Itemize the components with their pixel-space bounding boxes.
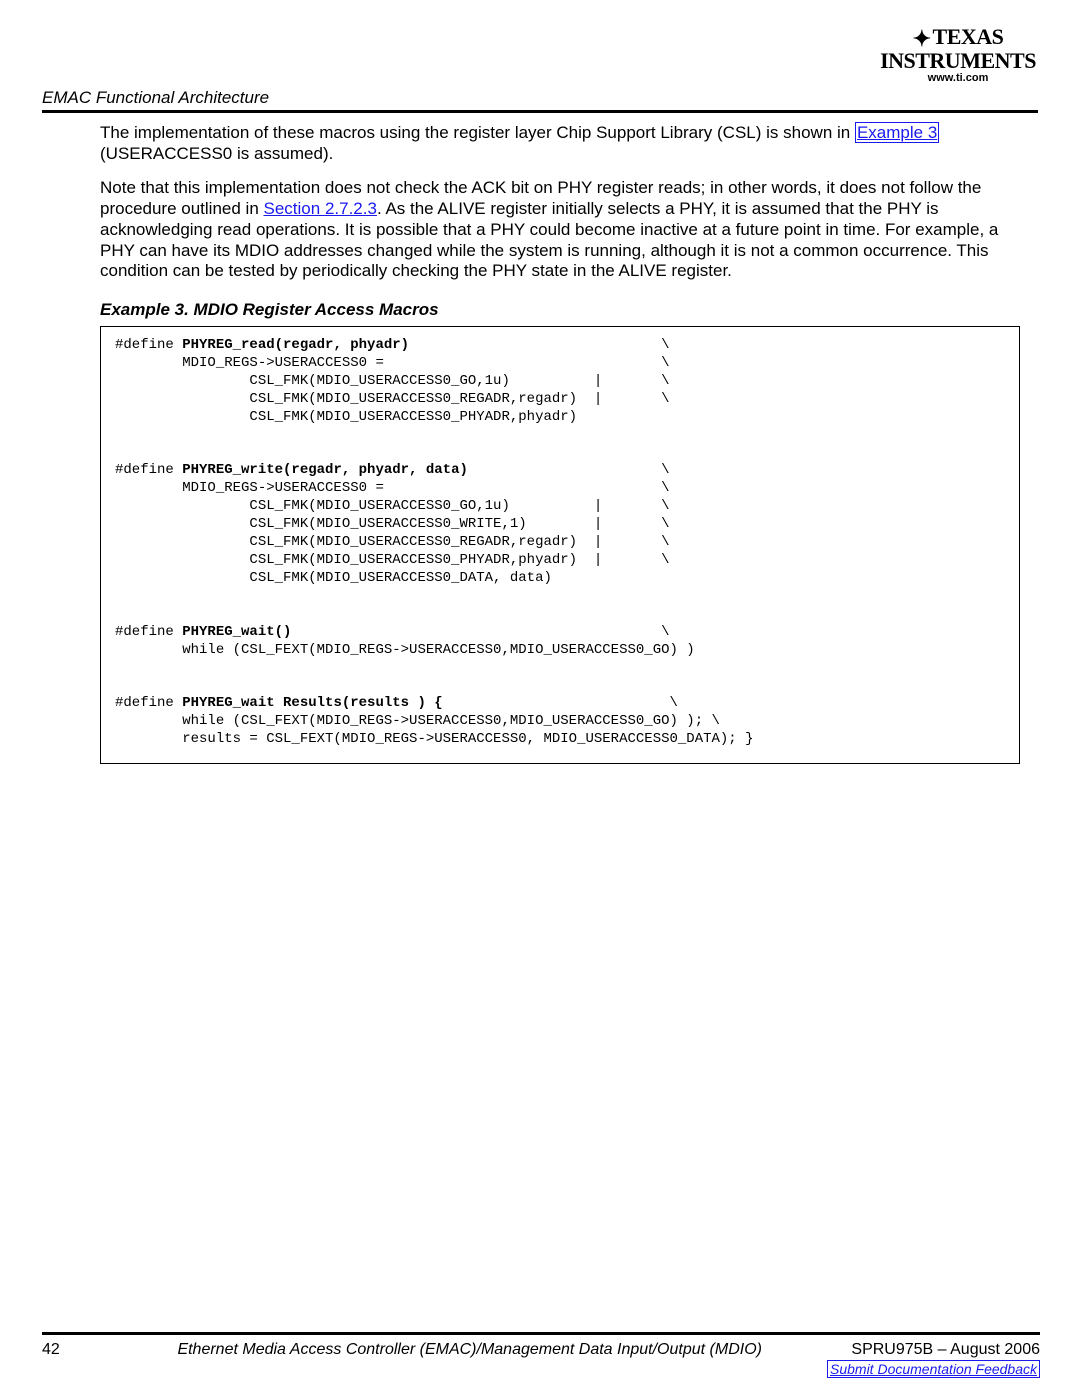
footer-doc-title: Ethernet Media Access Controller (EMAC)/… [177, 1341, 762, 1359]
ti-chip-icon: ✦ [913, 28, 931, 50]
code-token: \ [409, 337, 669, 353]
code-token: \ [443, 695, 678, 711]
code-line: while (CSL_FEXT(MDIO_REGS->USERACCESS0,M… [115, 642, 695, 658]
code-token: \ [468, 462, 670, 478]
link-example3[interactable]: Example 3 [855, 122, 939, 143]
code-macro-name: PHYREG_wait() [182, 624, 291, 640]
body-text: The implementation of these macros using… [100, 123, 1005, 282]
code-line: results = CSL_FEXT(MDIO_REGS->USERACCESS… [115, 731, 754, 747]
code-line: CSL_FMK(MDIO_USERACCESS0_PHYADR,phyadr) [115, 409, 577, 425]
submit-feedback-link[interactable]: Submit Documentation Feedback [827, 1360, 1040, 1378]
code-line: CSL_FMK(MDIO_USERACCESS0_REGADR,regadr) … [115, 534, 670, 550]
section-title: EMAC Functional Architecture [42, 88, 1038, 110]
code-token: #define [115, 462, 182, 478]
code-line: CSL_FMK(MDIO_USERACCESS0_DATA, data) [115, 570, 552, 586]
para1-a: The implementation of these macros using… [100, 123, 855, 142]
logo-instruments: INSTRUMENTS [880, 48, 1036, 73]
page: ✦TEXAS INSTRUMENTS www.ti.com EMAC Funct… [0, 0, 1080, 1397]
link-section-2-7-2-3[interactable]: Section 2.7.2.3 [264, 199, 377, 218]
footer-doc-id: SPRU975B – August 2006 [851, 1341, 1040, 1359]
footer: 42 Ethernet Media Access Controller (EMA… [42, 1341, 1040, 1377]
code-token: \ [291, 624, 669, 640]
example-title: Example 3. MDIO Register Access Macros [100, 300, 1038, 320]
code-token: #define [115, 624, 182, 640]
code-line: while (CSL_FEXT(MDIO_REGS->USERACCESS0,M… [115, 713, 720, 729]
logo-texas: TEXAS [933, 24, 1004, 49]
para1-b: (USERACCESS0 is assumed). [100, 144, 333, 163]
section-rule [42, 110, 1038, 113]
code-example: #define PHYREG_read(regadr, phyadr) \ MD… [100, 326, 1020, 764]
code-line: CSL_FMK(MDIO_USERACCESS0_GO,1u) | \ [115, 498, 670, 514]
code-line: CSL_FMK(MDIO_USERACCESS0_GO,1u) | \ [115, 373, 670, 389]
logo-url[interactable]: www.ti.com [876, 72, 1040, 84]
footer-rule [42, 1332, 1040, 1335]
code-line: MDIO_REGS->USERACCESS0 = \ [115, 480, 670, 496]
code-macro-name: PHYREG_read(regadr, phyadr) [182, 337, 409, 353]
page-number: 42 [42, 1341, 88, 1359]
code-token: #define [115, 337, 182, 353]
code-line: CSL_FMK(MDIO_USERACCESS0_REGADR,regadr) … [115, 391, 670, 407]
code-line: MDIO_REGS->USERACCESS0 = \ [115, 355, 670, 371]
code-line: CSL_FMK(MDIO_USERACCESS0_WRITE,1) | \ [115, 516, 670, 532]
code-line: CSL_FMK(MDIO_USERACCESS0_PHYADR,phyadr) … [115, 552, 670, 568]
code-macro-name: PHYREG_wait Results(results ) { [182, 695, 442, 711]
code-macro-name: PHYREG_write(regadr, phyadr, data) [182, 462, 468, 478]
ti-logo: ✦TEXAS INSTRUMENTS www.ti.com [876, 26, 1040, 84]
code-token: #define [115, 695, 182, 711]
